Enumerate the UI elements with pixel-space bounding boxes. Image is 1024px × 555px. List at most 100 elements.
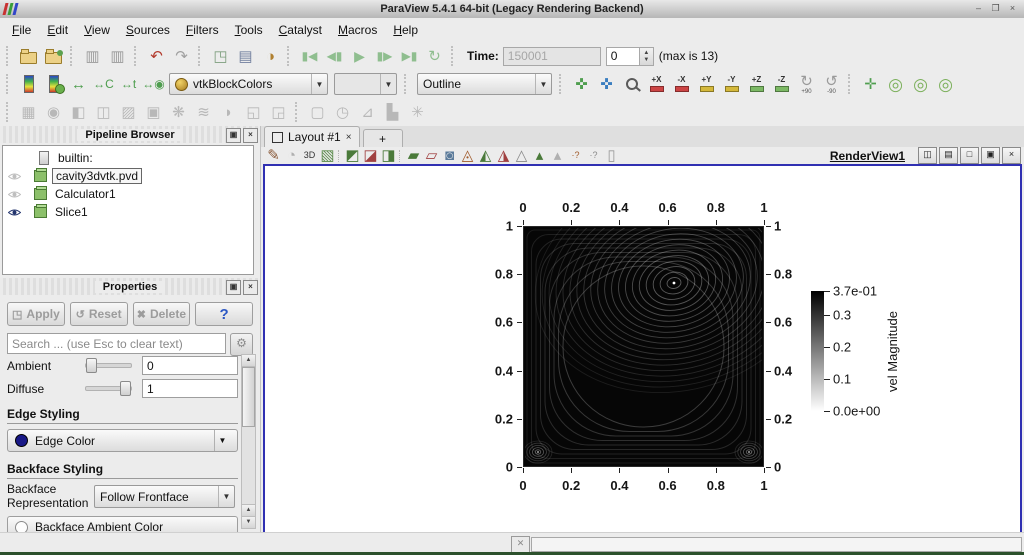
diffuse-value-field[interactable]: 1 [142, 379, 238, 398]
select-block-button[interactable]: ◙ [442, 148, 457, 163]
colorbar[interactable] [811, 291, 824, 411]
view-minus-x-button[interactable]: -X [669, 72, 694, 96]
frame-spinbox[interactable]: 0 ▲ ▼ [605, 46, 654, 66]
close-button[interactable]: × [1006, 3, 1019, 15]
rotate-90-cw-button[interactable]: ↻ +90 [794, 72, 819, 96]
menu-edit[interactable]: Edit [39, 20, 76, 40]
auto-apply-button[interactable]: ◳ [208, 44, 233, 68]
rescale-to-visible-range-button[interactable]: ↔◉ [141, 72, 166, 96]
extract-selection-button[interactable]: ▢ [305, 100, 330, 124]
visibility-eye-icon[interactable] [8, 208, 23, 217]
edit-color-map-button[interactable] [41, 72, 66, 96]
hover-cells-button[interactable]: ◮ [496, 148, 511, 163]
toggle-2d3d-button[interactable]: 3D [302, 149, 317, 163]
rescale-to-temporal-range-button[interactable]: ↔t [116, 72, 141, 96]
ambient-slider[interactable] [85, 358, 132, 373]
first-frame-button[interactable]: ▮◀ [297, 44, 322, 68]
select-cells-polygon-button[interactable]: ▰ [406, 148, 421, 163]
render-view-title[interactable]: RenderView1 [830, 149, 905, 163]
render-view[interactable]: vel Magnitude 0 0 0.2 0.2 0.4 0.4 0.6 0.6 0.8 0.8… [263, 164, 1022, 535]
grow-selection-button[interactable]: ▴ [532, 148, 547, 163]
layout-tab[interactable]: Layout #1 × [264, 126, 360, 147]
export-scene-button[interactable]: ✎ [266, 148, 281, 163]
adjust-camera-button[interactable]: ▧ [320, 148, 335, 163]
visibility-eye-icon[interactable] [8, 172, 23, 181]
toolbar-handle[interactable] [404, 74, 410, 94]
undo-button[interactable]: ↶ [144, 44, 169, 68]
rotate-90-ccw-button[interactable]: ↺ -90 [819, 72, 844, 96]
select-cells-frustum-button[interactable]: ◨ [381, 148, 396, 163]
shrink-selection-button[interactable]: ▴ [550, 148, 565, 163]
close-panel-button[interactable]: × [243, 280, 258, 295]
select-points-rect-button[interactable]: ◪ [363, 148, 378, 163]
warp-by-vector-button[interactable]: ◗ [216, 100, 241, 124]
pipeline-item-slice1[interactable]: Slice1 [3, 203, 253, 221]
pipeline-item-calculator1[interactable]: Calculator1 [3, 185, 253, 203]
help-button[interactable]: ? [195, 302, 253, 326]
toolbar-handle[interactable] [6, 74, 12, 94]
capture-view-button[interactable]: ◔ [284, 148, 299, 163]
glyph-button[interactable]: ❋ [166, 100, 191, 124]
save-data-button[interactable] [41, 44, 66, 68]
color-legend-button[interactable] [16, 72, 41, 96]
spinbox-arrows-icon[interactable]: ▲ ▼ [638, 47, 653, 65]
clear-selection-button[interactable]: ▯ [604, 148, 619, 163]
scroll-down-icon[interactable]: ▼ [242, 516, 255, 528]
plot-selection-over-time-button[interactable]: ◷ [330, 100, 355, 124]
representation-combo[interactable]: Outline ▼ [417, 73, 552, 95]
visibility-eye-icon[interactable] [8, 190, 23, 199]
backface-ambient-color-button[interactable]: Backface Ambient Color [7, 515, 238, 532]
menu-sources[interactable]: Sources [118, 20, 178, 40]
next-frame-button[interactable]: ▮▶ [372, 44, 397, 68]
apply-button[interactable]: ◳ Apply [7, 302, 65, 326]
reset-camera-button[interactable]: ✜ [569, 72, 594, 96]
scroll-up-icon[interactable]: ▲ [242, 355, 255, 367]
last-frame-button[interactable]: ▶▮ [397, 44, 422, 68]
disconnect-server-button[interactable]: ▥ [105, 44, 130, 68]
menu-filters[interactable]: Filters [178, 20, 227, 40]
calculator-button[interactable]: ▦ [16, 100, 41, 124]
slider-handle[interactable] [86, 358, 97, 373]
play-button[interactable]: ▶ [347, 44, 372, 68]
group-datasets-button[interactable]: ◱ [241, 100, 266, 124]
ambient-value-field[interactable]: 0 [142, 356, 238, 375]
backface-representation-combo[interactable]: Follow Frontface ▼ [94, 485, 235, 509]
pick-center-button[interactable]: ◎ [908, 72, 933, 96]
pipeline-item-builtin[interactable]: builtin: [3, 149, 253, 167]
close-panel-button[interactable]: × [243, 128, 258, 143]
redo-button[interactable]: ↷ [169, 44, 194, 68]
loop-button[interactable]: ↻ [422, 44, 447, 68]
diffuse-slider[interactable] [85, 381, 132, 396]
rescale-to-data-range-button[interactable]: ↔ [66, 72, 91, 96]
close-tab-icon[interactable]: × [346, 132, 352, 143]
close-view-button[interactable]: × [1002, 147, 1021, 164]
split-horizontal-button[interactable]: ◫ [918, 147, 937, 164]
extract-group-button[interactable]: ◲ [266, 100, 291, 124]
scrollbar-thumb[interactable] [242, 367, 255, 427]
contour-button[interactable]: ◉ [41, 100, 66, 124]
undock-panel-button[interactable]: ▣ [226, 128, 241, 143]
restore-button[interactable]: ❐ [989, 3, 1002, 15]
previous-frame-button[interactable]: ◀▮ [322, 44, 347, 68]
menu-help[interactable]: Help [385, 20, 426, 40]
reset-center-button[interactable]: ◎ [933, 72, 958, 96]
connect-server-button[interactable]: ▥ [80, 44, 105, 68]
scroll-up-icon[interactable]: ▲ [242, 504, 255, 516]
time-value-field[interactable]: 150001 [502, 46, 601, 66]
toolbar-handle[interactable] [6, 102, 12, 122]
color-array-combo[interactable]: vtkBlockColors ▼ [169, 73, 328, 95]
zoom-to-box-button[interactable] [619, 72, 644, 96]
stream-tracer-button[interactable]: ≋ [191, 100, 216, 124]
maximize-view-button[interactable]: □ [960, 147, 979, 164]
select-cells-rect-button[interactable]: ◩ [345, 148, 360, 163]
view-minus-z-button[interactable]: -Z [769, 72, 794, 96]
zoom-to-data-button[interactable]: ✜ [594, 72, 619, 96]
open-file-button[interactable] [16, 44, 41, 68]
threshold-button[interactable]: ▨ [116, 100, 141, 124]
rescale-to-custom-range-button[interactable]: ↔C [91, 72, 116, 96]
pipeline-item-cavity3dvtk-pvd[interactable]: cavity3dvtk.pvd [3, 167, 253, 185]
menu-tools[interactable]: Tools [227, 20, 271, 40]
toolbar-handle[interactable] [451, 46, 457, 66]
center-axes-visibility-button[interactable]: ✛ [858, 72, 883, 96]
plot-over-line-button[interactable]: ⊿ [355, 100, 380, 124]
